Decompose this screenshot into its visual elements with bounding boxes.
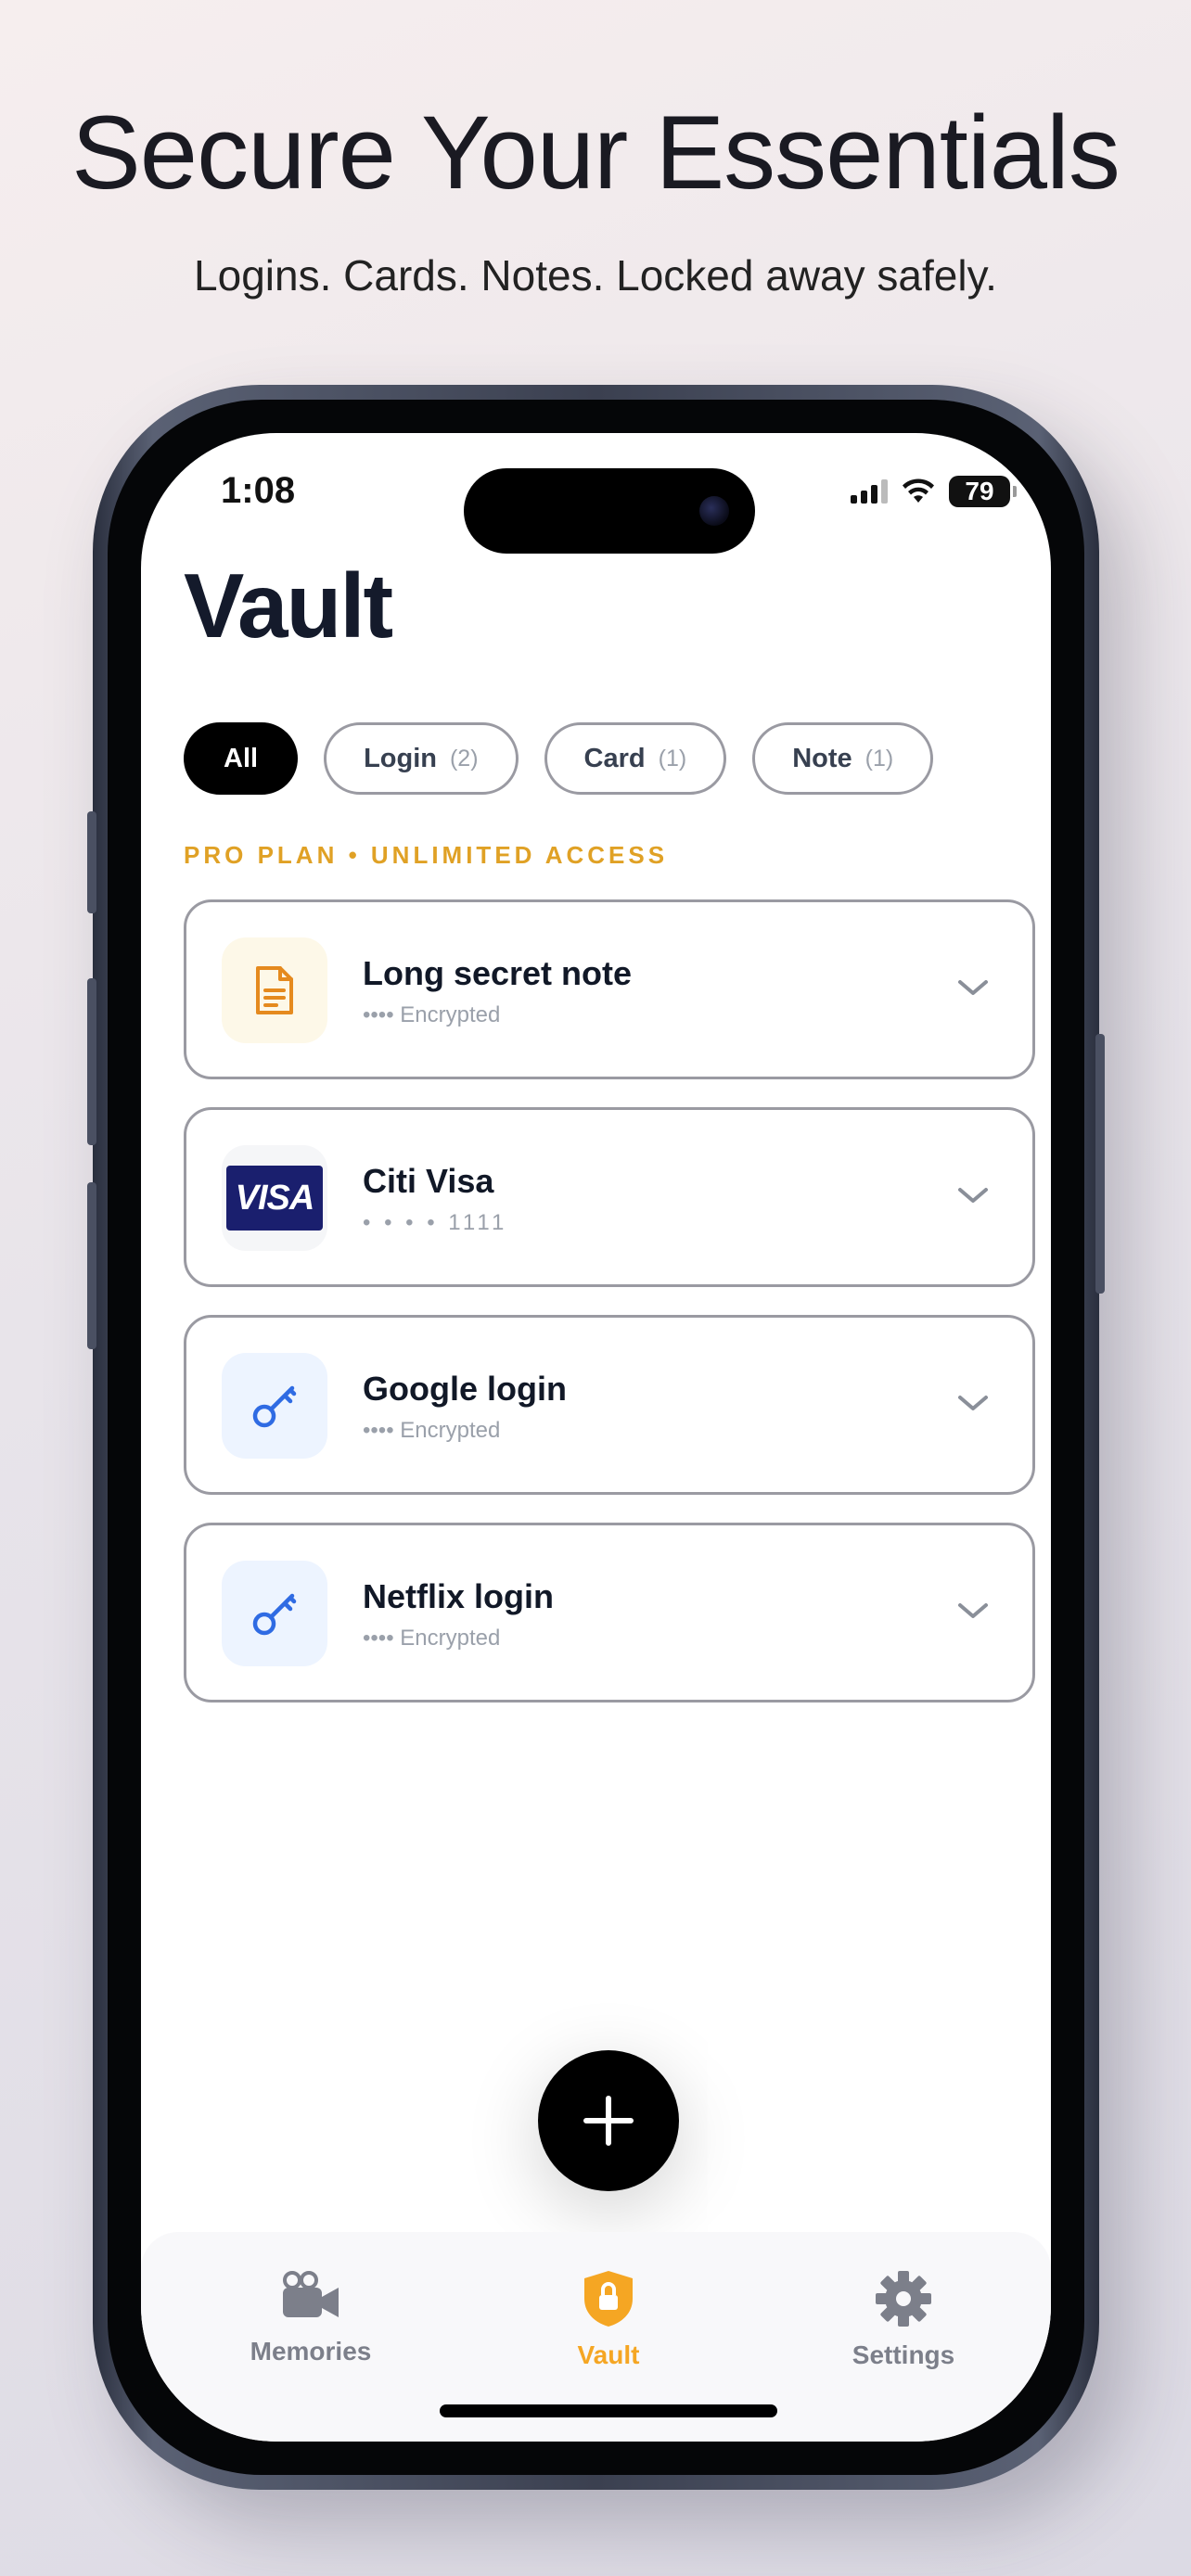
phone-frame: 1:08 79 Vault All Login (2) Card (1) Not… <box>87 385 1105 2490</box>
tab-label: Settings <box>852 2340 955 2369</box>
filter-chip-card[interactable]: Card (1) <box>544 722 727 795</box>
shield-lock-icon <box>584 2271 633 2327</box>
filter-chip-label: Login <box>364 743 437 773</box>
chevron-down-icon[interactable] <box>956 1600 990 1622</box>
tab-bar: Memories Vault Settings <box>141 2232 1051 2442</box>
item-title: Google login <box>363 1370 567 1408</box>
tab-settings[interactable]: Settings <box>792 2269 1015 2370</box>
front-camera <box>699 496 729 526</box>
power-button <box>1095 1034 1105 1294</box>
item-subtitle: •••• Encrypted <box>363 1002 501 1027</box>
video-camera-icon <box>283 2271 339 2317</box>
home-indicator[interactable] <box>440 2404 777 2417</box>
filter-chip-count: (2) <box>449 745 479 772</box>
tab-label: Memories <box>250 2337 372 2366</box>
vault-item-list: Long secret note •••• Encrypted VISA Cit… <box>184 899 1035 1730</box>
battery-indicator: 79 <box>949 476 1017 507</box>
headline: Secure Your Essentials <box>71 95 1121 210</box>
filter-chip-label: Card <box>583 743 646 773</box>
dynamic-island <box>464 468 755 554</box>
filter-chip-count: (1) <box>658 745 687 772</box>
key-icon <box>222 1561 327 1666</box>
filter-chip-note[interactable]: Note (1) <box>752 722 934 795</box>
filter-chip-label: All <box>224 743 259 773</box>
phone-bezel: 1:08 79 Vault All Login (2) Card (1) Not… <box>108 400 1084 2475</box>
plus-icon <box>583 2096 634 2146</box>
page-title: Vault <box>184 555 393 657</box>
item-title: Long secret note <box>363 954 633 992</box>
add-item-button[interactable] <box>538 2050 679 2191</box>
visa-card-icon: VISA <box>222 1145 327 1251</box>
cellular-signal-icon <box>851 479 888 504</box>
filter-chip-all[interactable]: All <box>184 722 299 795</box>
tab-vault[interactable]: Vault <box>497 2269 720 2370</box>
subheadline: Logins. Cards. Notes. Locked away safely… <box>194 251 997 300</box>
item-subtitle: • • • • 1111 <box>363 1210 508 1235</box>
gear-icon <box>876 2271 931 2327</box>
vault-item-note[interactable]: Long secret note •••• Encrypted <box>184 899 1035 1079</box>
item-subtitle: •••• Encrypted <box>363 1418 501 1443</box>
filter-chip-label: Note <box>792 743 852 773</box>
key-icon <box>222 1353 327 1459</box>
chevron-down-icon[interactable] <box>956 976 990 999</box>
vault-item-login[interactable]: Google login •••• Encrypted <box>184 1315 1035 1495</box>
item-title: Netflix login <box>363 1577 554 1615</box>
chevron-down-icon[interactable] <box>956 1392 990 1414</box>
plan-badge: PRO PLAN • UNLIMITED ACCESS <box>184 841 669 869</box>
volume-down-button <box>87 1182 96 1349</box>
status-time: 1:08 <box>221 470 296 511</box>
filter-chips: All Login (2) Card (1) Note (1) <box>184 722 934 795</box>
filter-chip-count: (1) <box>864 745 894 772</box>
volume-up-button <box>87 978 96 1145</box>
action-button <box>87 811 96 913</box>
note-icon <box>222 937 327 1043</box>
status-icons: 79 <box>851 476 1017 507</box>
filter-chip-login[interactable]: Login (2) <box>324 722 519 795</box>
item-title: Citi Visa <box>363 1162 494 1200</box>
wifi-icon <box>903 478 934 503</box>
app-screen: 1:08 79 Vault All Login (2) Card (1) Not… <box>141 433 1051 2442</box>
vault-item-card[interactable]: VISA Citi Visa • • • • 1111 <box>184 1107 1035 1287</box>
vault-item-login[interactable]: Netflix login •••• Encrypted <box>184 1523 1035 1702</box>
tab-label: Vault <box>577 2340 640 2369</box>
item-subtitle: •••• Encrypted <box>363 1626 501 1651</box>
chevron-down-icon[interactable] <box>956 1184 990 1206</box>
visa-logo: VISA <box>226 1166 323 1231</box>
tab-memories[interactable]: Memories <box>199 2269 422 2366</box>
